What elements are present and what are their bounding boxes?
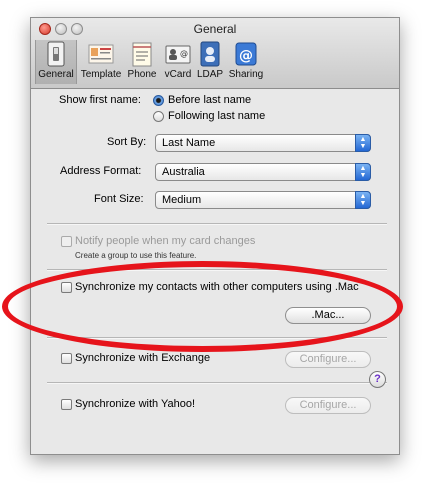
radio-following-last-name-label: Following last name bbox=[168, 110, 266, 122]
general-switch-icon bbox=[42, 40, 70, 68]
popup-arrows-icon: ▲ ▼ bbox=[355, 191, 371, 209]
notify-hint: Create a group to use this feature. bbox=[75, 251, 197, 260]
template-card-icon bbox=[87, 40, 115, 68]
yahoo-checkbox[interactable] bbox=[61, 399, 72, 410]
notify-label: Notify people when my card changes bbox=[75, 235, 256, 247]
radio-before-last-name[interactable] bbox=[153, 95, 164, 106]
font-size-popup[interactable]: Medium ▲ ▼ bbox=[155, 191, 371, 209]
font-size-label: Font Size: bbox=[94, 193, 144, 205]
notify-checkbox[interactable] bbox=[61, 236, 72, 247]
phone-notepad-icon bbox=[128, 40, 156, 68]
sort-by-label: Sort By: bbox=[107, 136, 147, 148]
sort-by-popup[interactable]: Last Name ▲ ▼ bbox=[155, 134, 371, 152]
toolbar-ldap[interactable]: LDAP bbox=[195, 40, 225, 84]
preferences-window: General General Template Phone @ vCard L… bbox=[30, 17, 400, 455]
svg-text:@: @ bbox=[239, 48, 253, 64]
mac-button[interactable]: .Mac... bbox=[285, 307, 371, 324]
radio-following-last-name[interactable] bbox=[153, 111, 164, 122]
exchange-label: Synchronize with Exchange bbox=[75, 352, 211, 364]
window-title: General bbox=[193, 22, 237, 36]
ldap-directory-icon bbox=[196, 40, 224, 68]
toolbar-general[interactable]: General bbox=[35, 40, 77, 84]
exchange-configure-button[interactable]: Configure... bbox=[285, 351, 371, 368]
popup-arrows-icon: ▲ ▼ bbox=[355, 134, 371, 152]
svg-text:@: @ bbox=[180, 49, 188, 58]
separator bbox=[47, 382, 387, 384]
toolbar-vcard[interactable]: @ vCard bbox=[161, 40, 195, 84]
separator bbox=[47, 337, 387, 339]
address-format-label: Address Format: bbox=[60, 165, 142, 177]
toolbar-phone[interactable]: Phone bbox=[125, 40, 159, 84]
yahoo-configure-button[interactable]: Configure... bbox=[285, 397, 371, 414]
separator bbox=[47, 269, 387, 271]
mac-sync-checkbox[interactable] bbox=[61, 282, 72, 293]
titlebar: General General Template Phone @ vCard L… bbox=[31, 18, 399, 89]
toolbar-sharing[interactable]: @ Sharing bbox=[227, 40, 265, 84]
popup-arrows-icon: ▲ ▼ bbox=[355, 163, 371, 181]
separator bbox=[47, 223, 387, 225]
radio-before-last-name-label: Before last name bbox=[168, 94, 252, 106]
yahoo-label: Synchronize with Yahoo! bbox=[75, 398, 196, 410]
toolbar-template[interactable]: Template bbox=[79, 40, 123, 84]
vcard-icon: @ bbox=[164, 40, 192, 68]
address-format-popup[interactable]: Australia ▲ ▼ bbox=[155, 163, 371, 181]
mac-sync-label: Synchronize my contacts with other compu… bbox=[75, 281, 359, 293]
exchange-checkbox[interactable] bbox=[61, 353, 72, 364]
help-button[interactable]: ? bbox=[369, 371, 386, 388]
sharing-at-icon: @ bbox=[232, 40, 260, 68]
general-pane: Show first name: Before last name Follow… bbox=[31, 89, 399, 454]
show-first-name-label: Show first name: bbox=[59, 94, 141, 106]
